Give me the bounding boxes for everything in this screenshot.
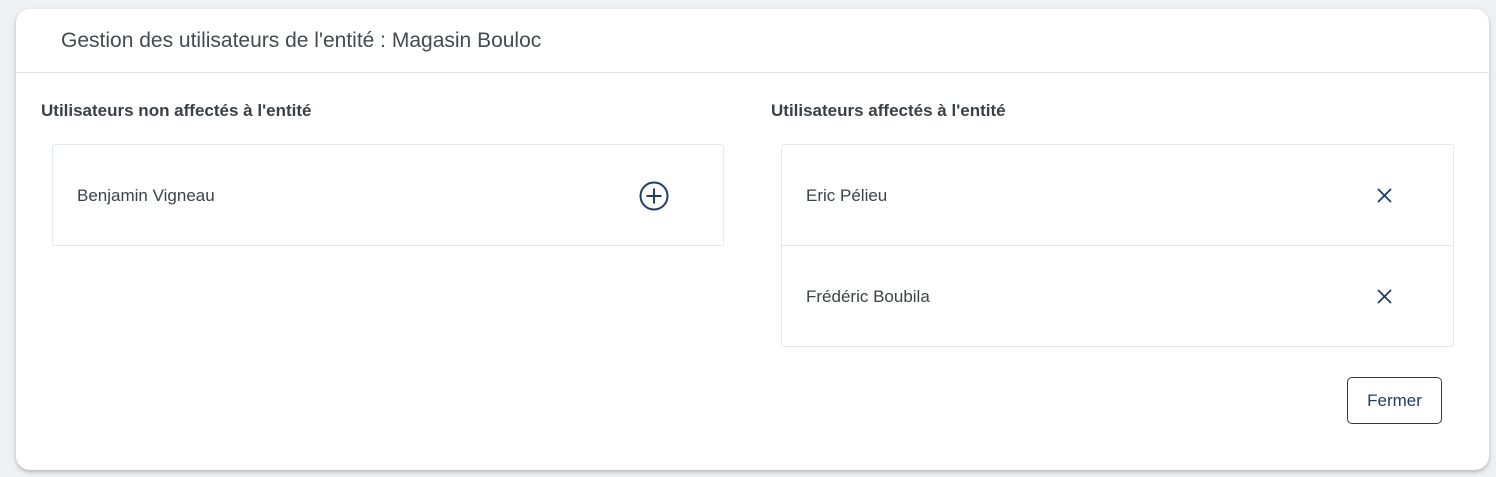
close-icon[interactable] [1376, 187, 1393, 204]
assigned-users-title: Utilisateurs affectés à l'entité [771, 101, 1006, 120]
plus-circle-icon[interactable] [639, 181, 669, 211]
user-name: Benjamin Vigneau [77, 186, 215, 205]
unassigned-users-title: Utilisateurs non affectés à l'entité [41, 101, 312, 120]
user-name: Eric Pélieu [806, 186, 888, 205]
list-item: Benjamin Vigneau [53, 145, 723, 245]
close-icon[interactable] [1376, 288, 1393, 305]
dialog-header: Gestion des utilisateurs de l'entité : M… [16, 9, 1489, 73]
close-button[interactable]: Fermer [1347, 377, 1442, 424]
user-name: Frédéric Boubila [806, 287, 930, 306]
user-assignment-dialog: Gestion des utilisateurs de l'entité : M… [16, 9, 1489, 470]
unassigned-users-list: Benjamin Vigneau [52, 144, 724, 246]
list-item: Eric Pélieu [782, 145, 1453, 245]
list-item: Frédéric Boubila [782, 245, 1453, 346]
dialog-title: Gestion des utilisateurs de l'entité : M… [61, 29, 542, 52]
assigned-users-list: Eric Pélieu Frédéric Boubila [781, 144, 1454, 347]
